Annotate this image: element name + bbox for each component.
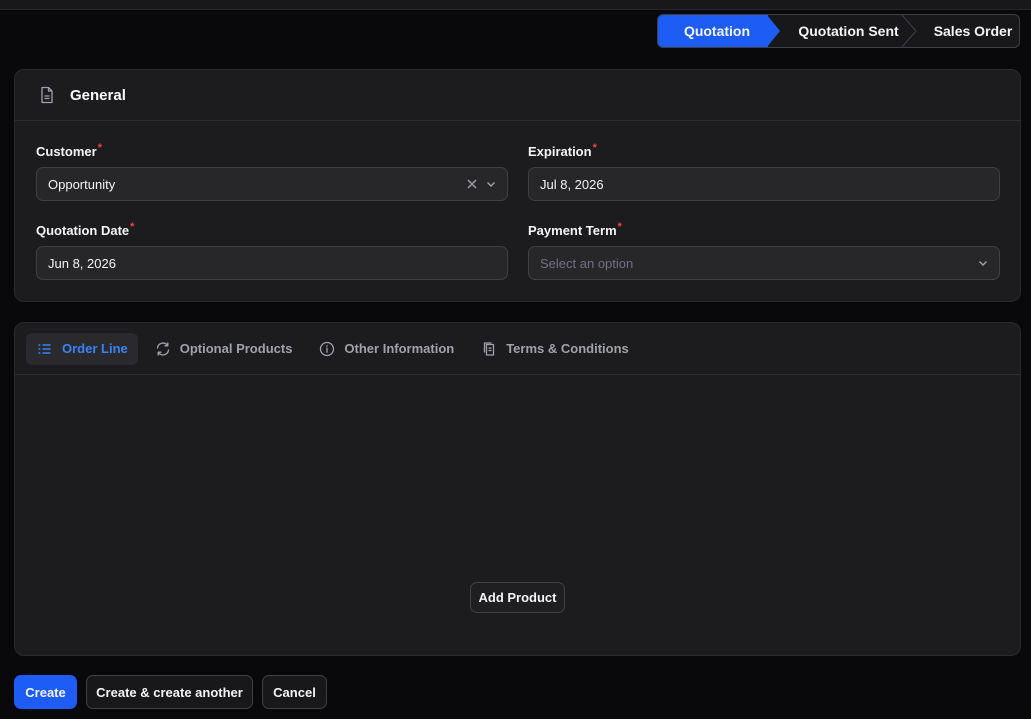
expiration-input[interactable]: Jul 8, 2026: [528, 167, 1000, 201]
create-button[interactable]: Create: [14, 675, 77, 709]
required-marker: *: [97, 142, 102, 154]
quotation-date-value: Jun 8, 2026: [48, 255, 116, 271]
chevron-down-icon[interactable]: [977, 257, 989, 269]
refresh-icon: [155, 341, 171, 357]
document-icon: [37, 85, 57, 105]
payment-term-field: Payment Term * Select an option: [528, 221, 1000, 280]
list-icon: [37, 341, 53, 357]
expiration-field: Expiration * Jul 8, 2026: [528, 142, 1000, 201]
label-text: Quotation Date: [36, 223, 130, 238]
customer-select[interactable]: Opportunity: [36, 167, 508, 201]
clear-icon[interactable]: [466, 178, 478, 190]
step-separator-icon: [901, 15, 917, 47]
tabs-section: Order Line Optional Products Other Infor…: [14, 322, 1021, 656]
quotation-date-label: Quotation Date *: [36, 221, 508, 239]
customer-field: Customer * Opportunity: [36, 142, 508, 201]
expiration-value: Jul 8, 2026: [540, 176, 604, 192]
expiration-label: Expiration *: [528, 142, 1000, 160]
step-quotation-sent[interactable]: Quotation Sent: [768, 15, 905, 47]
payment-term-select[interactable]: Select an option: [528, 246, 1000, 280]
step-label: Sales Order: [933, 23, 1013, 39]
section-title: General: [70, 86, 126, 104]
customer-label: Customer *: [36, 142, 508, 160]
quotation-date-field: Quotation Date * Jun 8, 2026: [36, 221, 508, 280]
tab-bar: Order Line Optional Products Other Infor…: [15, 323, 1020, 375]
required-marker: *: [617, 221, 622, 233]
label-text: Payment Term: [528, 223, 617, 238]
label-text: Customer: [36, 144, 97, 159]
label-text: Expiration: [528, 144, 592, 159]
payment-term-label: Payment Term *: [528, 221, 1000, 239]
payment-term-placeholder: Select an option: [540, 255, 634, 271]
status-stepper: Quotation Quotation Sent Sales Order: [657, 14, 1020, 48]
tab-label: Optional Products: [179, 341, 293, 356]
step-label: Quotation Sent: [798, 23, 899, 39]
step-separator-icon: [764, 15, 780, 47]
add-product-button[interactable]: Add Product: [470, 582, 565, 613]
general-section: General Customer * Opportunity Expiration…: [14, 69, 1021, 302]
cancel-button[interactable]: Cancel: [262, 675, 327, 709]
step-quotation[interactable]: Quotation: [658, 15, 768, 47]
tab-label: Terms & Conditions: [506, 341, 629, 356]
tab-terms-conditions[interactable]: Terms & Conditions: [470, 333, 639, 365]
required-marker: *: [592, 142, 597, 154]
info-icon: [319, 341, 335, 357]
create-another-button[interactable]: Create & create another: [86, 675, 253, 709]
tab-optional-products[interactable]: Optional Products: [144, 333, 303, 365]
tab-order-line[interactable]: Order Line: [26, 332, 138, 365]
top-bar: [0, 0, 1031, 10]
step-sales-order[interactable]: Sales Order: [905, 15, 1019, 47]
required-marker: *: [130, 221, 135, 233]
chevron-down-icon[interactable]: [485, 178, 497, 190]
general-header: General: [15, 70, 1020, 121]
quotation-date-input[interactable]: Jun 8, 2026: [36, 246, 508, 280]
tab-label: Other Information: [344, 341, 455, 356]
tab-label: Order Line: [62, 341, 128, 356]
tab-other-information[interactable]: Other Information: [308, 333, 464, 365]
customer-value: Opportunity: [48, 176, 116, 192]
copy-icon: [481, 341, 497, 357]
step-label: Quotation: [683, 23, 751, 39]
